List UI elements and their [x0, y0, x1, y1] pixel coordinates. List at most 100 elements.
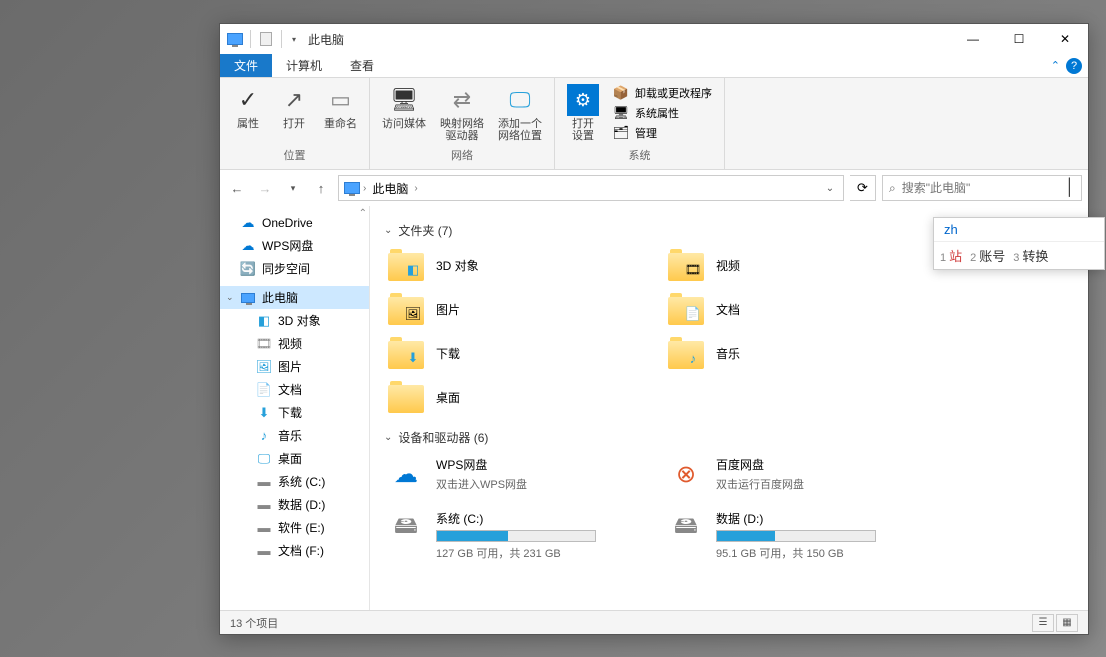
chevron-down-icon[interactable]: ⌄: [226, 292, 234, 303]
wps-icon: ☁: [240, 238, 256, 254]
nav-item-sync[interactable]: 🔄 同步空间: [220, 257, 369, 280]
chevron-right-icon[interactable]: ›: [412, 183, 419, 194]
monitor-icon: 🖵: [504, 84, 536, 116]
nav-item-documents[interactable]: 📄 文档: [220, 378, 369, 401]
ribbon: ✓ 属性 ↗ 打开 ▭ 重命名 位置 🖥 访问媒体: [220, 78, 1088, 170]
nav-item-3d-objects[interactable]: ◧3D 对象: [220, 309, 369, 332]
nav-item-this-pc[interactable]: ⌄ 此电脑: [220, 286, 369, 309]
access-media-button[interactable]: 🖥 访问媒体: [378, 82, 430, 132]
ime-candidate-1[interactable]: 1 站: [940, 246, 962, 265]
rename-icon: ▭: [325, 84, 357, 116]
open-button[interactable]: ↗ 打开: [274, 82, 314, 132]
drive-d[interactable]: 🖴 数据 (D:) 95.1 GB 可用，共 150 GB: [664, 506, 904, 565]
media-tower-icon: 🖥: [388, 84, 420, 116]
address-bar[interactable]: › 此电脑 › ⌄: [338, 175, 844, 201]
chevron-right-icon[interactable]: ›: [361, 183, 368, 194]
qat-dropdown-icon[interactable]: ▾: [288, 35, 300, 44]
nav-item-drive-d[interactable]: ▬数据 (D:): [220, 493, 369, 516]
up-button[interactable]: ↑: [310, 177, 332, 199]
music-icon: ♪: [256, 428, 272, 444]
nav-item-drive-e[interactable]: ▬软件 (E:): [220, 516, 369, 539]
folder-downloads[interactable]: ⬇下载: [384, 333, 624, 373]
nav-item-pictures[interactable]: 🖼图片: [220, 355, 369, 378]
folder-icon: 🖼: [388, 293, 424, 325]
system-properties-button[interactable]: 🖥 系统属性: [609, 104, 716, 122]
tiles-view-button[interactable]: ▦: [1056, 614, 1078, 632]
nav-item-videos[interactable]: 🎞视频: [220, 332, 369, 355]
nav-item-drive-c[interactable]: ▬系统 (C:): [220, 470, 369, 493]
titlebar[interactable]: ▾ 此电脑 — ☐ ✕: [220, 24, 1088, 54]
nav-item-drive-f[interactable]: ▬文档 (F:): [220, 539, 369, 562]
window-title: 此电脑: [308, 31, 344, 48]
rename-button[interactable]: ▭ 重命名: [320, 82, 361, 132]
ribbon-group-location: ✓ 属性 ↗ 打开 ▭ 重命名 位置: [220, 78, 370, 169]
label: 文档 (F:): [278, 542, 324, 559]
nav-item-downloads[interactable]: ⬇下载: [220, 401, 369, 424]
baidu-icon: ⊗: [668, 456, 704, 492]
drive-baidu[interactable]: ⊗ 百度网盘 双击运行百度网盘: [664, 452, 904, 496]
label: 卸载或更改程序: [635, 85, 712, 101]
computer-icon: [343, 179, 361, 197]
map-drive-button[interactable]: ⇄ 映射网络 驱动器: [436, 82, 488, 144]
search-box[interactable]: ⌕ │: [882, 175, 1082, 201]
ime-candidate-3[interactable]: 3 转换: [1013, 246, 1048, 265]
explorer-window: ▾ 此电脑 — ☐ ✕ 文件 计算机 查看 ⌃ ? ✓ 属性 ↗ 打开: [219, 23, 1089, 635]
nav-item-wps[interactable]: ☁ WPS网盘: [220, 234, 369, 257]
manage-button[interactable]: 🗂 管理: [609, 124, 716, 142]
add-network-location-button[interactable]: 🖵 添加一个 网络位置: [494, 82, 546, 144]
recent-dropdown-icon[interactable]: ▾: [282, 177, 304, 199]
label: 音乐: [278, 427, 302, 444]
label: OneDrive: [262, 216, 313, 230]
scroll-up-icon[interactable]: ⌃: [359, 208, 367, 219]
word: 账号: [979, 246, 1005, 265]
folder-3d-objects[interactable]: ◧3D 对象: [384, 245, 624, 285]
nav-item-music[interactable]: ♪ 音乐: [220, 424, 369, 447]
search-input[interactable]: [902, 181, 1059, 195]
label: 软件 (E:): [278, 519, 325, 536]
ime-candidate-popup[interactable]: zh 1 站 2 账号 3 转换: [933, 217, 1105, 270]
folder-desktop[interactable]: 桌面: [384, 377, 624, 417]
drive-icon: 🖴: [668, 510, 704, 546]
drive-c[interactable]: 🖴 系统 (C:) 127 GB 可用，共 231 GB: [384, 506, 624, 565]
drive-wps[interactable]: ☁ WPS网盘 双击进入WPS网盘: [384, 452, 624, 496]
document-icon: 📄: [256, 382, 272, 398]
search-icon: ⌕: [889, 181, 896, 196]
navigation-pane[interactable]: ⌃ ☁ OneDrive ☁ WPS网盘 🔄 同步空间 ⌄ 此电脑 ◧3D 对象…: [220, 206, 370, 610]
label: 设备和驱动器 (6): [398, 429, 488, 446]
drive-icon: 🖴: [388, 510, 424, 546]
ime-candidate-2[interactable]: 2 账号: [970, 246, 1005, 265]
chevron-down-icon[interactable]: ⌄: [384, 225, 392, 236]
folder-pictures[interactable]: 🖼图片: [384, 289, 624, 329]
maximize-button[interactable]: ☐: [996, 24, 1042, 54]
forward-button[interactable]: →: [254, 177, 276, 199]
tab-computer[interactable]: 计算机: [272, 54, 336, 77]
folder-documents[interactable]: 📄文档: [664, 289, 904, 329]
back-button[interactable]: ←: [226, 177, 248, 199]
nav-item-desktop[interactable]: 🖵桌面: [220, 447, 369, 470]
details-view-button[interactable]: ☰: [1032, 614, 1054, 632]
folder-music[interactable]: ♪音乐: [664, 333, 904, 373]
properties-button[interactable]: ✓ 属性: [228, 82, 268, 132]
label: WPS网盘: [262, 237, 313, 254]
refresh-button[interactable]: ⟳: [850, 175, 876, 201]
nav-item-onedrive[interactable]: ☁ OneDrive: [220, 212, 369, 234]
label: 文档: [278, 381, 302, 398]
breadcrumb[interactable]: 此电脑: [368, 180, 412, 197]
chevron-down-icon[interactable]: ⌄: [384, 432, 392, 443]
minimize-button[interactable]: —: [950, 24, 996, 54]
address-dropdown-icon[interactable]: ⌄: [821, 183, 839, 194]
tab-file[interactable]: 文件: [220, 54, 272, 77]
item-count: 13 个项目: [230, 615, 278, 631]
collapse-ribbon-icon[interactable]: ⌃: [1051, 59, 1060, 72]
index: 2: [970, 252, 976, 264]
tab-view[interactable]: 查看: [336, 54, 388, 77]
uninstall-programs-button[interactable]: 📦 卸载或更改程序: [609, 84, 716, 102]
devices-section-header[interactable]: ⌄ 设备和驱动器 (6): [384, 429, 1074, 446]
help-icon[interactable]: ?: [1066, 58, 1082, 74]
quick-access-toolbar: ▾: [226, 30, 300, 48]
label: 此电脑: [262, 289, 298, 306]
open-settings-button[interactable]: ⚙ 打开 设置: [563, 82, 603, 144]
folder-videos[interactable]: 🎞视频: [664, 245, 904, 285]
close-button[interactable]: ✕: [1042, 24, 1088, 54]
label: WPS网盘: [436, 456, 527, 473]
